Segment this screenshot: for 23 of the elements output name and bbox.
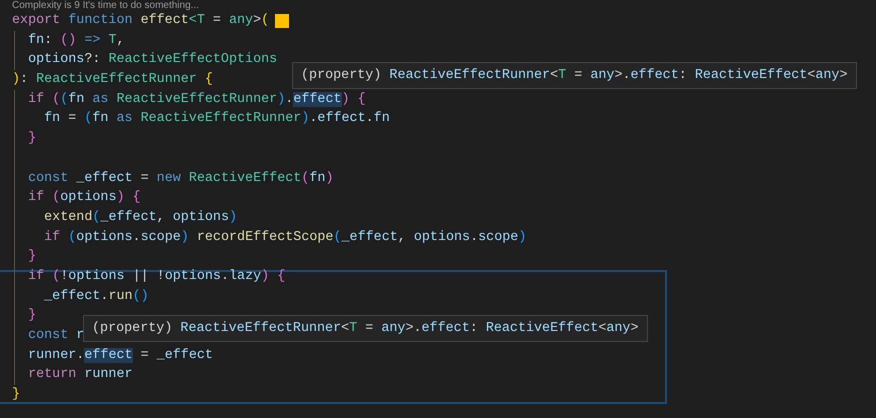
code-line: }	[12, 386, 20, 404]
code-line: }	[27, 248, 36, 266]
code-line: }	[27, 130, 36, 148]
color-swatch-icon[interactable]	[275, 14, 290, 28]
code-line: extend(_effect, options)	[43, 208, 238, 227]
code-line: if (!options || !options.lazy) {	[27, 268, 286, 286]
code-line: export function effect<T = any>(	[12, 12, 270, 30]
code-line: fn: () => T,	[27, 32, 125, 50]
code-line: options?: ReactiveEffectOptions	[27, 51, 278, 70]
code-line: const r	[27, 327, 84, 345]
hover-tooltip: (property) ReactiveEffectRunner<T = any>.effect: ReactiveEffect<any>	[83, 315, 648, 342]
code-line: if ((fn as ReactiveEffectRunner).effect) {	[27, 90, 366, 109]
code-line: fn = (fn as ReactiveEffectRunner).effect.fn	[43, 110, 390, 128]
hover-tooltip: (property) ReactiveEffectRunner<T = any>.effect: ReactiveEffect<any>	[292, 62, 857, 89]
code-line: }	[27, 307, 36, 326]
codelens-text[interactable]: Complexity is 9 It's time to do something...	[12, 0, 199, 11]
code-line: return runner	[27, 366, 133, 384]
code-line: ): ReactiveEffectRunner {	[12, 71, 213, 90]
code-line: _effect.run()	[43, 288, 149, 306]
code-line: if (options) {	[27, 189, 141, 208]
code-line: runner.effect = _effect	[27, 346, 213, 365]
code-line: const _effect = new ReactiveEffect(fn)	[27, 170, 334, 188]
code-line: if (options.scope) recordEffectScope(_effect, options.scope)	[43, 228, 526, 247]
